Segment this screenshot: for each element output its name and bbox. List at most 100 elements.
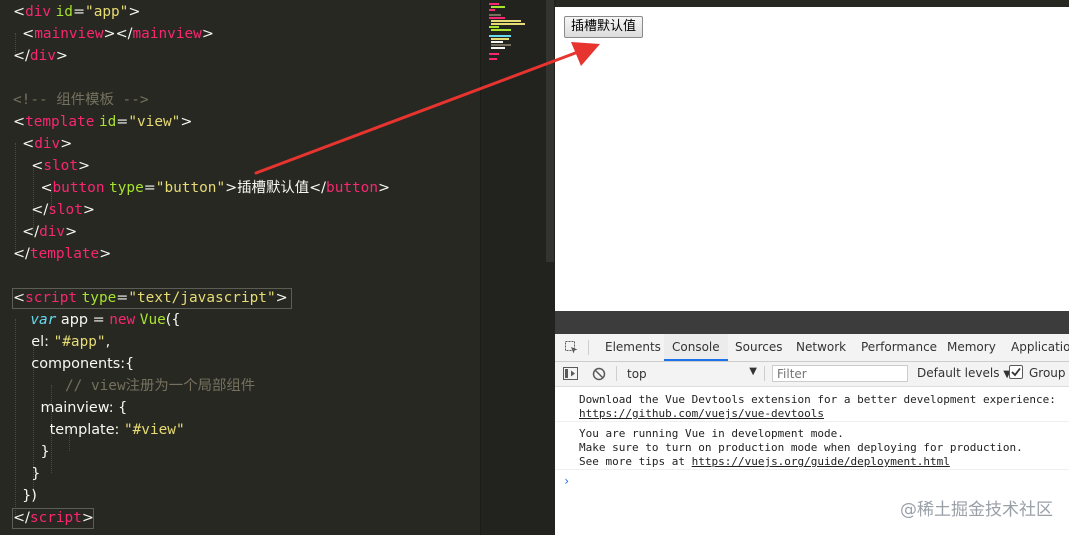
inspect-element-icon[interactable] bbox=[565, 341, 578, 354]
code-token: } bbox=[13, 444, 50, 460]
code-token: > bbox=[201, 26, 214, 42]
devtools-splitter[interactable] bbox=[555, 311, 1069, 334]
code-line: <div id="app"> bbox=[13, 1, 140, 23]
code-token: }) bbox=[13, 488, 37, 504]
code-token: button bbox=[52, 180, 105, 196]
code-token: id bbox=[98, 114, 117, 130]
minimap-line bbox=[489, 9, 495, 11]
minimap-line bbox=[489, 3, 499, 5]
code-token: script bbox=[25, 290, 78, 306]
code-token: div bbox=[29, 48, 56, 64]
code-token: > bbox=[378, 180, 391, 196]
minimap-line bbox=[491, 29, 511, 31]
slot-default-button[interactable]: 插槽默认值 bbox=[564, 16, 644, 38]
code-line: // view注册为一个局部组件 bbox=[13, 375, 255, 397]
code-token: = bbox=[116, 114, 129, 130]
log-levels-label: Default levels bbox=[917, 366, 1000, 380]
tab-network[interactable]: Network bbox=[790, 334, 852, 361]
code-token: app = bbox=[56, 312, 110, 328]
chevron-down-icon: ▼ bbox=[749, 366, 757, 377]
devtools-tab-bar: Elements Console Sources Network Perform… bbox=[555, 334, 1069, 362]
console-toolbar: top ▼ Default levels ▼ Group s bbox=[555, 362, 1069, 387]
code-line: </div> bbox=[13, 45, 68, 67]
code-token: ({ bbox=[165, 312, 181, 328]
code-token: mainview bbox=[132, 26, 202, 42]
code-token: "view" bbox=[128, 114, 181, 130]
code-token: new bbox=[109, 312, 136, 328]
code-token: ></ bbox=[103, 26, 133, 42]
console-filter-input[interactable] bbox=[772, 365, 908, 382]
minimap-line bbox=[491, 47, 505, 49]
context-value: top bbox=[627, 367, 647, 381]
code-token: < bbox=[13, 158, 44, 174]
code-token: < bbox=[13, 136, 35, 152]
code-line: var app = new Vue({ bbox=[13, 309, 181, 331]
tab-console[interactable]: Console bbox=[664, 334, 728, 361]
code-token: div bbox=[34, 136, 61, 152]
code-token: "button" bbox=[155, 180, 226, 196]
tab-performance[interactable]: Performance bbox=[855, 334, 943, 361]
tab-elements[interactable]: Elements bbox=[599, 334, 667, 361]
log-levels-dropdown[interactable]: Default levels ▼ bbox=[917, 366, 1011, 380]
code-line: </div> bbox=[13, 221, 77, 243]
minimap-line bbox=[491, 41, 503, 43]
sidebar-toggle-icon[interactable] bbox=[563, 367, 578, 380]
minimap-line bbox=[491, 6, 505, 8]
code-line: <mainview></mainview> bbox=[13, 23, 214, 45]
code-token: < bbox=[13, 180, 53, 196]
code-token: , bbox=[105, 334, 111, 350]
code-line: <script type="text/javascript"> bbox=[13, 287, 288, 309]
code-token: el: bbox=[13, 334, 54, 350]
code-token: button bbox=[326, 180, 379, 196]
code-token: = bbox=[143, 180, 156, 196]
clear-console-icon[interactable] bbox=[592, 367, 606, 381]
console-message: You are running Vue in development mode.… bbox=[555, 422, 1069, 470]
code-token: > bbox=[55, 48, 68, 64]
group-similar-checkbox[interactable] bbox=[1009, 365, 1023, 379]
code-token: components:{ bbox=[13, 356, 135, 372]
code-token: > bbox=[180, 114, 193, 130]
tab-application[interactable]: Application bbox=[1005, 334, 1069, 361]
tab-memory[interactable]: Memory bbox=[941, 334, 1002, 361]
minimap-line bbox=[489, 17, 505, 19]
code-token: < bbox=[13, 114, 26, 130]
code-token: </ bbox=[13, 510, 30, 526]
context-selector[interactable]: top ▼ bbox=[621, 364, 757, 383]
minimap-scrollbar[interactable] bbox=[546, 0, 554, 262]
devtools-link[interactable]: https://github.com/vuejs/vue-devtools bbox=[579, 407, 824, 420]
code-token: template: bbox=[13, 422, 124, 438]
code-token: < bbox=[13, 290, 26, 306]
code-token: div bbox=[25, 4, 52, 20]
code-token: < bbox=[13, 26, 35, 42]
message-text: Make sure to turn on production mode whe… bbox=[579, 441, 1023, 454]
code-token: "#view" bbox=[123, 422, 185, 438]
code-token: mainview bbox=[34, 26, 104, 42]
code-token: </ bbox=[13, 202, 49, 218]
minimap-line bbox=[491, 23, 525, 25]
code-token: > bbox=[99, 246, 112, 262]
deployment-link[interactable]: https://vuejs.org/guide/deployment.html bbox=[692, 455, 950, 468]
code-token: script bbox=[29, 510, 82, 526]
code-token: = bbox=[116, 290, 129, 306]
code-editor[interactable]: <div id="app"> <mainview></mainview> </di… bbox=[0, 0, 480, 535]
console-prompt[interactable]: › bbox=[563, 474, 570, 488]
code-line: mainview: { bbox=[13, 397, 127, 419]
code-token: template bbox=[25, 114, 95, 130]
editor-minimap[interactable] bbox=[480, 0, 556, 535]
code-token: > bbox=[82, 202, 95, 218]
code-token: > bbox=[128, 4, 141, 20]
code-token: "#app" bbox=[53, 334, 106, 350]
code-token: div bbox=[39, 224, 66, 240]
minimap-line bbox=[491, 20, 521, 22]
code-line: } bbox=[13, 441, 50, 463]
code-token: > bbox=[81, 510, 94, 526]
code-line: el: "#app", bbox=[13, 331, 110, 353]
minimap-line bbox=[489, 26, 499, 28]
group-similar-label: Group s bbox=[1029, 366, 1069, 380]
code-line: components:{ bbox=[13, 353, 134, 375]
tab-sources[interactable]: Sources bbox=[729, 334, 788, 361]
code-token: > bbox=[65, 224, 78, 240]
minimap-line bbox=[489, 35, 511, 37]
minimap-line bbox=[489, 58, 497, 60]
code-token: > bbox=[60, 136, 73, 152]
